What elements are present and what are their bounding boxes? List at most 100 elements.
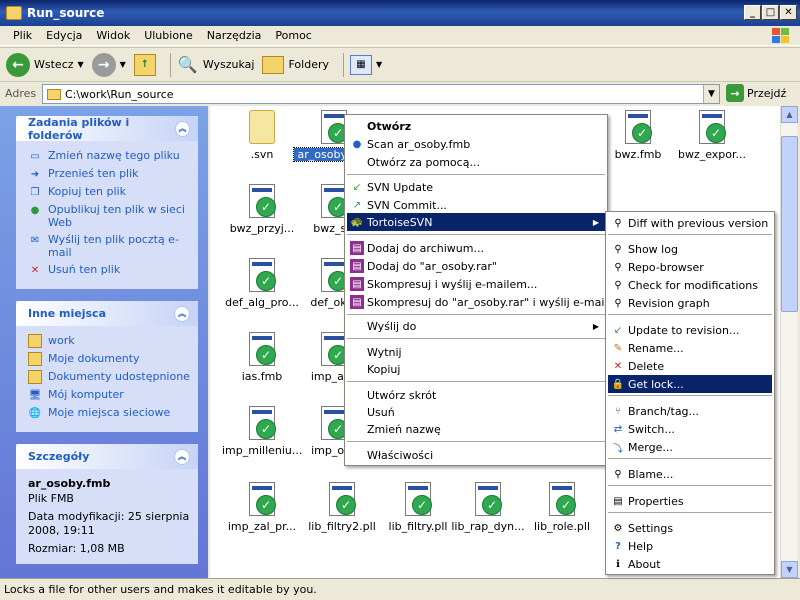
submenu-delete[interactable]: ✕ Delete [608,357,772,375]
file-item[interactable]: ✓ bwz.fmb [598,110,678,161]
task-copy[interactable]: ❐ Kopiuj ten plik [28,185,190,199]
menu-help[interactable]: Pomoc [268,29,318,42]
menu-item-delete[interactable]: Usuń [347,403,605,421]
place-label: Moje dokumenty [48,352,140,365]
submenu-settings[interactable]: ⚙ Settings [608,519,772,537]
menu-label: Otwórz [367,119,412,133]
menu-item-rename[interactable]: Zmień nazwę [347,420,605,438]
submenu-revision-graph[interactable]: ⚲ Revision graph [608,294,772,312]
submenu-update-to-revision[interactable]: ↙ Update to revision... [608,321,772,339]
submenu-check-modifications[interactable]: ⚲ Check for modifications [608,276,772,294]
file-item[interactable]: ✓ lib_filtry.pll [378,482,458,533]
scroll-down-button[interactable]: ▼ [781,561,798,578]
task-rename[interactable]: ▭ Zmień nazwę tego pliku [28,149,190,163]
address-bar: Adres C:\work\Run_source ▼ → Przejdź [0,81,800,105]
file-item[interactable]: ✓ ias.fmb [222,332,302,383]
close-button[interactable]: ✕ [780,5,797,20]
address-input[interactable]: C:\work\Run_source ▼ [42,84,720,104]
menu-item-open-with[interactable]: Otwórz za pomocą... [347,153,605,171]
menu-item-compress-email[interactable]: ▤ Skompresuj i wyślij e-mailem... [347,275,605,293]
details-filename: ar_osoby.fmb [28,477,111,490]
submenu-rename[interactable]: ✎ Rename... [608,339,772,357]
menu-favorites[interactable]: Ulubione [137,29,200,42]
submenu-branch-tag[interactable]: ⑂ Branch/tag... [608,402,772,420]
task-move[interactable]: ➜ Przenieś ten plik [28,167,190,181]
forward-button[interactable]: → ▼ [91,52,126,77]
search-button[interactable]: 🔍 Wyszukaj [177,54,255,76]
task-delete[interactable]: ✕ Usuń ten plik [28,263,190,277]
menu-label: TortoiseSVN [367,215,433,229]
settings-icon: ⚙ [613,522,623,534]
menu-item-tortoisesvn[interactable]: 🐢 TortoiseSVN ▶ [347,213,605,231]
submenu-switch[interactable]: ⇄ Switch... [608,420,772,438]
maximize-button[interactable]: □ [762,5,779,20]
place-work[interactable]: work [28,334,190,348]
chevron-down-icon[interactable]: ▼ [120,60,126,69]
menu-separator [347,441,605,442]
menu-item-properties[interactable]: Właściwości [347,446,605,464]
go-button[interactable]: → Przejdź [726,84,786,102]
menu-tools[interactable]: Narzędzia [200,29,269,42]
address-label: Adres [5,87,37,100]
file-name: ias.fmb [241,370,283,383]
file-item[interactable]: ✓ bwz_przyj... [222,184,302,235]
vertical-scrollbar[interactable]: ▲ ▼ [780,106,798,578]
collapse-icon[interactable]: ︽ [174,448,190,465]
minimize-button[interactable]: _ [744,5,761,20]
other-places-header[interactable]: Inne miejsca ︽ [16,301,198,326]
back-button[interactable]: ← Wstecz ▼ [6,52,84,77]
address-dropdown-button[interactable]: ▼ [703,85,719,103]
submenu-properties[interactable]: ▤ Properties [608,492,772,510]
place-shared-documents[interactable]: Dokumenty udostępnione [28,370,190,384]
chevron-down-icon[interactable]: ▼ [78,60,84,69]
place-my-documents[interactable]: Moje dokumenty [28,352,190,366]
menu-item-add-archive[interactable]: ▤ Dodaj do archiwum... [347,239,605,257]
submenu-blame[interactable]: ⚲ Blame... [608,465,772,483]
menu-view[interactable]: Widok [89,29,137,42]
place-label: Mój komputer [48,388,124,401]
place-my-computer[interactable]: 🖥 Mój komputer [28,388,190,402]
submenu-show-log[interactable]: ⚲ Show log [608,240,772,258]
folders-button[interactable]: Foldery [262,55,329,74]
collapse-icon[interactable]: ︽ [174,305,190,322]
menu-item-svn-update[interactable]: ↙ SVN Update [347,178,605,196]
menu-item-scan[interactable]: ● Scan ar_osoby.fmb [347,135,605,153]
file-item[interactable]: ✓ bwz_expor... [672,110,752,161]
up-folder-button[interactable]: ↑ [133,53,156,76]
file-item[interactable]: ✓ def_alg_pro... [222,258,302,309]
menu-item-compress-rar-email[interactable]: ▤ Skompresuj do "ar_osoby.rar" i wyślij e… [347,293,625,311]
toolbar: ← Wstecz ▼ → ▼ ↑ 🔍 Wyszukaj Foldery ▦ ▼ [0,47,800,81]
task-publish[interactable]: ● Opublikuj ten plik w sieci Web [28,203,190,229]
menu-item-add-rar[interactable]: ▤ Dodaj do "ar_osoby.rar" [347,257,605,275]
submenu-about[interactable]: ℹ About [608,555,772,573]
menu-item-copy[interactable]: Kopiuj [347,360,605,378]
file-tasks-header[interactable]: Zadania plików i folderów ︽ [16,116,198,142]
file-item[interactable]: ✓ lib_role.pll [522,482,602,533]
file-item[interactable]: .svn [222,110,302,161]
menu-item-open[interactable]: Otwórz [347,117,605,135]
collapse-icon[interactable]: ︽ [175,120,190,137]
menu-file[interactable]: Plik [6,29,39,42]
submenu-get-lock[interactable]: 🔒 Get lock... [608,375,772,393]
views-button[interactable]: ▦ ▼ [350,54,382,75]
scroll-up-button[interactable]: ▲ [781,106,798,123]
submenu-help[interactable]: ? Help [608,537,772,555]
menu-edit[interactable]: Edycja [39,29,89,42]
submenu-diff[interactable]: ⚲ Diff with previous version [608,214,772,232]
file-item[interactable]: ✓ lib_filtry2.pll [302,482,382,533]
scroll-thumb[interactable] [781,136,798,312]
task-email[interactable]: ✉ Wyślij ten plik pocztą e-mail [28,233,190,259]
submenu-repo-browser[interactable]: ⚲ Repo-browser [608,258,772,276]
details-header[interactable]: Szczegóły ︽ [16,444,198,469]
file-item[interactable]: ✓ imp_milleniu... [222,406,302,457]
menu-item-cut[interactable]: Wytnij [347,343,605,361]
file-item[interactable]: ✓ lib_rap_dyn... [448,482,528,533]
submenu-merge[interactable]: ⤵ Merge... [608,438,772,456]
menu-item-send-to[interactable]: Wyślij do ▶ [347,317,605,335]
menu-item-create-shortcut[interactable]: Utwórz skrót [347,386,605,404]
menu-item-svn-commit[interactable]: ↗ SVN Commit... [347,196,605,214]
mail-icon: ✉ [30,234,40,246]
file-item[interactable]: ✓ imp_zal_pr... [222,482,302,533]
place-network[interactable]: 🌐 Moje miejsca sieciowe [28,406,190,420]
chevron-down-icon[interactable]: ▼ [376,60,382,69]
